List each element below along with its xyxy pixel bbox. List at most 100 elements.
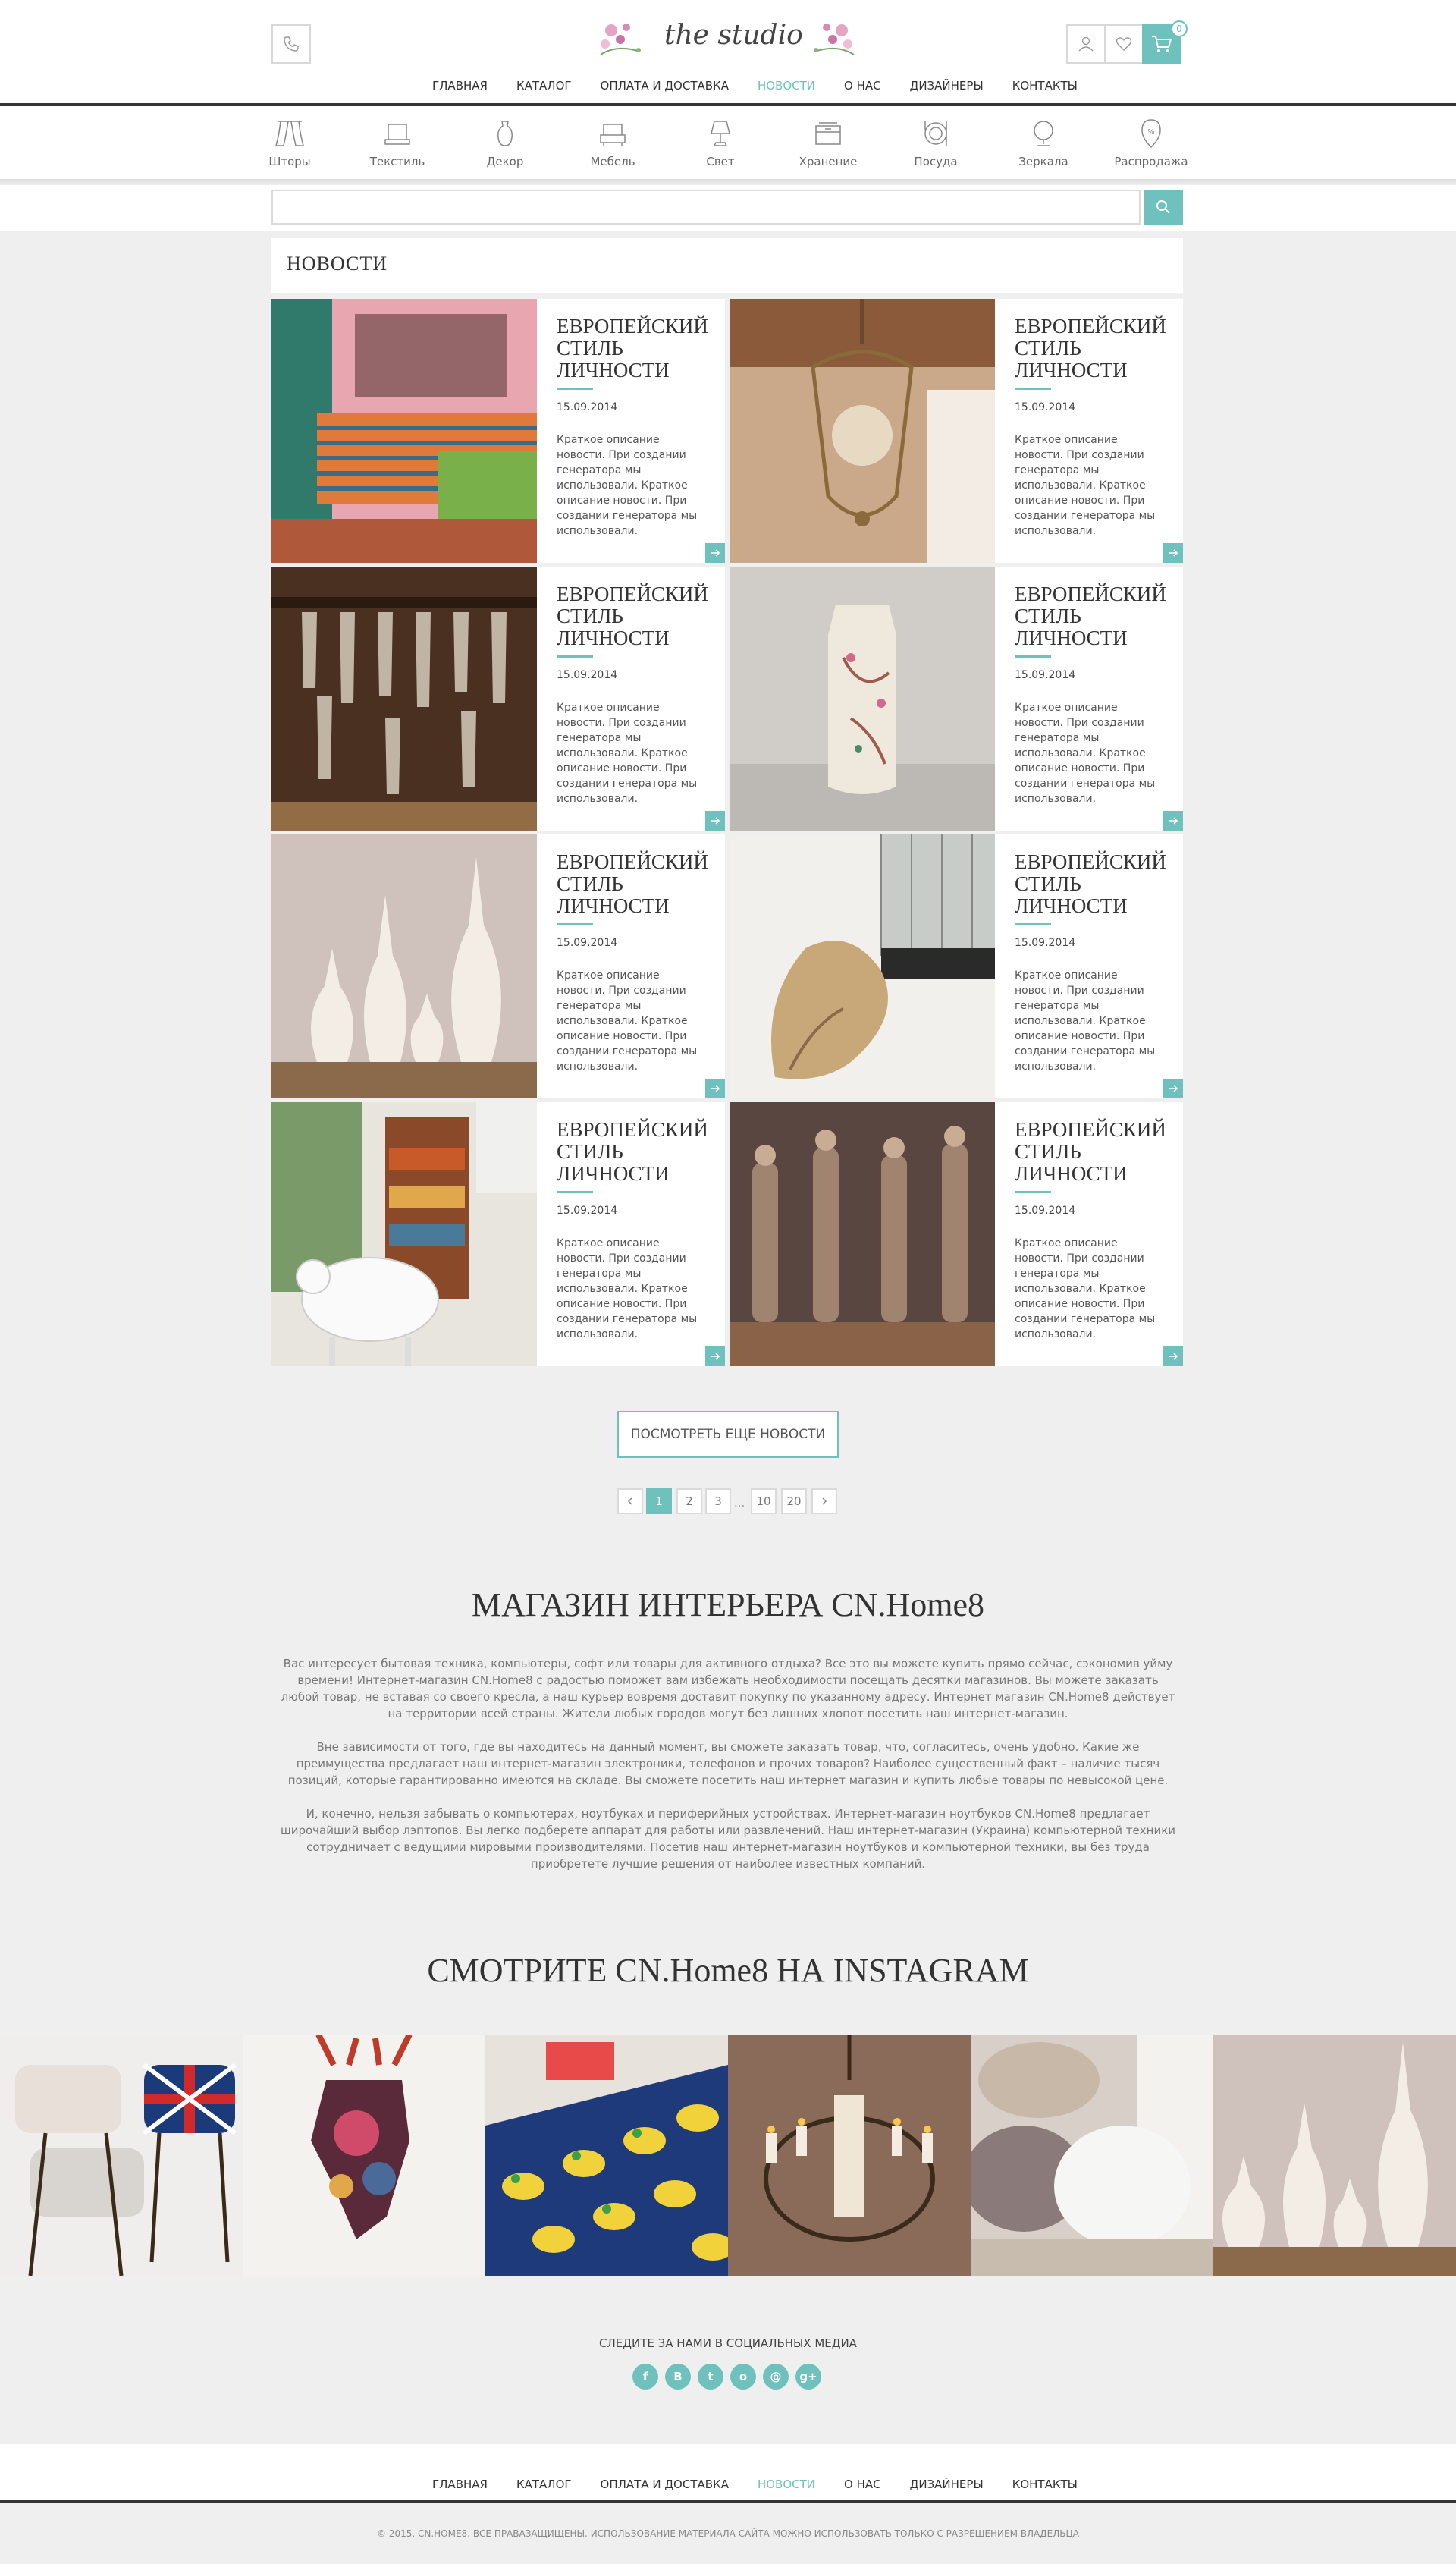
news-date: 15.09.2014 — [557, 669, 618, 681]
read-more-button[interactable] — [1163, 811, 1183, 831]
category-lighting[interactable]: Свет — [675, 114, 766, 168]
nav-item-catalog[interactable]: Каталог — [502, 79, 586, 93]
arrow-right-icon — [711, 549, 720, 557]
footer-nav-payment-delivery[interactable]: Оплата и доставка — [586, 2478, 743, 2491]
news-card[interactable]: ЕВРОПЕЙСКИЙ СТИЛЬ ЛИЧНОСТИ 15.09.2014 Кр… — [730, 299, 1183, 563]
news-title[interactable]: ЕВРОПЕЙСКИЙ СТИЛЬ ЛИЧНОСТИ — [557, 851, 716, 917]
pagination-page[interactable]: 20 — [781, 1488, 807, 1514]
news-card[interactable]: ЕВРОПЕЙСКИЙ СТИЛЬ ЛИЧНОСТИ 15.09.2014 Кр… — [271, 834, 725, 1098]
copyright-text: © 2015. CN.HOME8. ВСЕ ПРАВАЗАЩИЩЕНЫ. ИСП… — [377, 2528, 1079, 2539]
news-title[interactable]: ЕВРОПЕЙСКИЙ СТИЛЬ ЛИЧНОСТИ — [1015, 316, 1174, 382]
pagination-next-button[interactable] — [811, 1488, 837, 1514]
vase-photo[interactable] — [730, 567, 995, 831]
wishlist-button[interactable] — [1104, 24, 1144, 64]
news-title[interactable]: ЕВРОПЕЙСКИЙ СТИЛЬ ЛИЧНОСТИ — [557, 583, 716, 649]
read-more-button[interactable] — [1163, 1079, 1183, 1098]
sheep-shelf-photo[interactable] — [271, 1102, 537, 1366]
category-mirrors[interactable]: Зеркала — [998, 114, 1089, 168]
search-button[interactable] — [1144, 190, 1183, 225]
pagination-page[interactable]: 10 — [751, 1488, 777, 1514]
footer-nav-designers[interactable]: Дизайнеры — [896, 2478, 998, 2491]
figurines-photo[interactable] — [730, 1102, 995, 1366]
pagination-page[interactable]: 1 — [646, 1488, 672, 1514]
shop-paragraph: И, конечно, нельзя забывать о компьютера… — [281, 1807, 1176, 1871]
flower-icon — [814, 24, 855, 55]
chevron-left-icon — [627, 1497, 632, 1505]
vase-icon — [497, 121, 513, 146]
category-decor[interactable]: Декор — [460, 114, 551, 168]
category-furniture[interactable]: Мебель — [567, 114, 658, 168]
news-card[interactable]: ЕВРОПЕЙСКИЙ СТИЛЬ ЛИЧНОСТИ 15.09.2014 Кр… — [271, 299, 725, 563]
category-storage[interactable]: Хранение — [783, 114, 874, 168]
news-card[interactable]: ЕВРОПЕЙСКИЙ СТИЛЬ ЛИЧНОСТИ 15.09.2014 Кр… — [271, 567, 725, 831]
vk-icon[interactable]: В — [665, 2364, 691, 2390]
footer-nav-about[interactable]: О нас — [830, 2478, 896, 2491]
footer-divider — [0, 2500, 1456, 2503]
textile-icon — [384, 124, 410, 145]
search-input[interactable] — [271, 190, 1141, 225]
category-label: Текстиль — [369, 155, 425, 168]
category-textile[interactable]: Текстиль — [352, 114, 443, 168]
news-title[interactable]: ЕВРОПЕЙСКИЙ СТИЛЬ ЛИЧНОСТИ — [1015, 583, 1174, 649]
facebook-icon[interactable]: f — [632, 2364, 658, 2390]
nav-item-home[interactable]: Главная — [418, 79, 502, 93]
category-curtains[interactable]: Шторы — [244, 114, 335, 168]
footer-nav-catalog[interactable]: Каталог — [502, 2478, 586, 2491]
deer-head-photo[interactable] — [243, 2035, 485, 2276]
pagination-page[interactable]: 2 — [676, 1488, 702, 1514]
news-title[interactable]: ЕВРОПЕЙСКИЙ СТИЛЬ ЛИЧНОСТИ — [1015, 851, 1174, 917]
pagination-prev-button[interactable] — [617, 1488, 643, 1514]
candle-chandelier-photo[interactable] — [728, 2035, 971, 2276]
chandelier-photo[interactable] — [730, 299, 995, 563]
phone-button[interactable] — [271, 24, 311, 64]
instagram-title: СМОТРИТЕ CN.Home8 НА INSTAGRAM — [427, 1952, 1029, 1989]
bedroom-photo[interactable] — [271, 299, 537, 563]
email-icon[interactable]: @ — [763, 2364, 789, 2390]
nav-item-news[interactable]: Новости — [743, 79, 830, 93]
news-title[interactable]: ЕВРОПЕЙСКИЙ СТИЛЬ ЛИЧНОСТИ — [557, 1119, 716, 1185]
twitter-icon[interactable]: t — [698, 2364, 723, 2390]
dishes-icon — [924, 121, 947, 146]
category-dishes[interactable]: Посуда — [890, 114, 981, 168]
category-label: Декор — [486, 155, 524, 168]
account-button[interactable] — [1066, 24, 1106, 64]
category-label: Посуда — [914, 155, 958, 168]
news-card[interactable]: ЕВРОПЕЙСКИЙ СТИЛЬ ЛИЧНОСТИ 15.09.2014 Кр… — [730, 1102, 1183, 1366]
read-more-button[interactable] — [1163, 543, 1183, 563]
read-more-button[interactable] — [705, 811, 725, 831]
google-plus-icon[interactable]: g+ — [795, 2364, 821, 2390]
white-vases-photo[interactable] — [271, 834, 537, 1098]
footer-nav-news[interactable]: Новости — [743, 2478, 830, 2491]
nav-item-contacts[interactable]: Контакты — [998, 79, 1092, 93]
nav-item-payment-delivery[interactable]: Оплата и доставка — [586, 79, 743, 93]
news-card[interactable]: ЕВРОПЕЙСКИЙ СТИЛЬ ЛИЧНОСТИ 15.09.2014 Кр… — [730, 567, 1183, 831]
glass-rack-photo[interactable] — [271, 567, 537, 831]
news-card[interactable]: ЕВРОПЕЙСКИЙ СТИЛЬ ЛИЧНОСТИ 15.09.2014 Кр… — [730, 834, 1183, 1098]
fur-pillows-photo[interactable] — [971, 2035, 1213, 2276]
footer-nav-home[interactable]: Главная — [418, 2478, 502, 2491]
lounge-chair-photo[interactable] — [730, 834, 995, 1098]
news-title[interactable]: ЕВРОПЕЙСКИЙ СТИЛЬ ЛИЧНОСТИ — [1015, 1119, 1174, 1185]
nav-item-about[interactable]: О нас — [830, 79, 896, 93]
logo-flowers-left — [595, 14, 655, 67]
odnoklassniki-icon[interactable]: о — [730, 2364, 756, 2390]
read-more-button[interactable] — [705, 543, 725, 563]
more-news-button[interactable]: Посмотреть еще новости — [617, 1411, 839, 1458]
news-card[interactable]: ЕВРОПЕЙСКИЙ СТИЛЬ ЛИЧНОСТИ 15.09.2014 Кр… — [271, 1102, 725, 1366]
news-date: 15.09.2014 — [557, 1205, 618, 1217]
title-underline — [1015, 388, 1051, 390]
category-sale[interactable]: % Распродажа — [1106, 114, 1197, 168]
read-more-button[interactable] — [1163, 1346, 1183, 1366]
flag-stools-photo[interactable] — [0, 2035, 243, 2276]
logo-text[interactable]: the studio — [664, 20, 803, 51]
footer-nav-contacts[interactable]: Контакты — [998, 2478, 1092, 2491]
pagination-ellipsis: ... — [734, 1496, 745, 1510]
pagination-page[interactable]: 3 — [705, 1488, 731, 1514]
read-more-button[interactable] — [705, 1346, 725, 1366]
strawberry-fabric-photo[interactable] — [485, 2035, 728, 2276]
nav-item-designers[interactable]: Дизайнеры — [896, 79, 998, 93]
shop-title: МАГАЗИН ИНТЕРЬЕРА CN.Home8 — [471, 1586, 984, 1623]
read-more-button[interactable] — [705, 1079, 725, 1098]
news-title[interactable]: ЕВРОПЕЙСКИЙ СТИЛЬ ЛИЧНОСТИ — [557, 316, 716, 382]
white-vases-photo[interactable] — [1213, 2035, 1456, 2276]
